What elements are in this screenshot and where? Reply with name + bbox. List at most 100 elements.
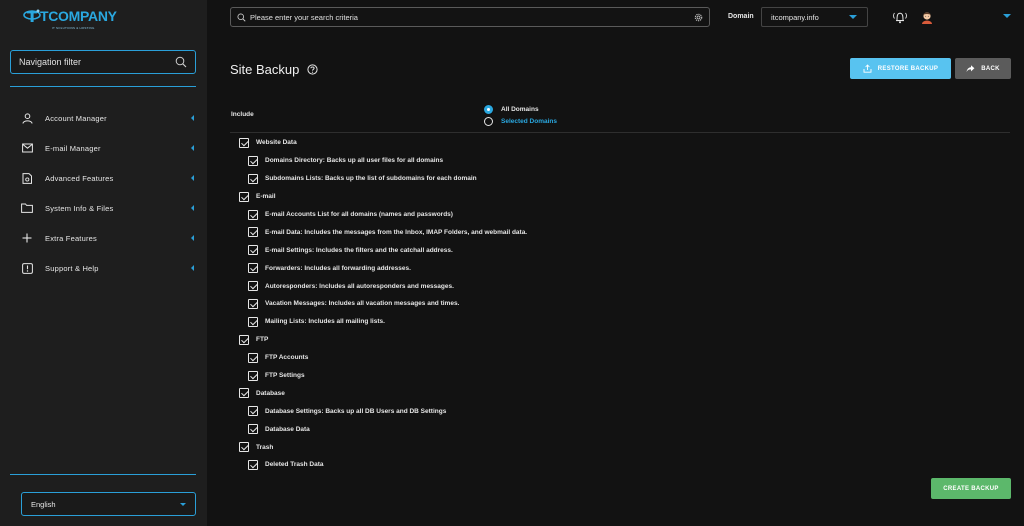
global-search-input[interactable] xyxy=(250,12,694,22)
section-database[interactable]: Database xyxy=(239,384,939,402)
radio-button[interactable] xyxy=(484,116,493,126)
checkbox[interactable] xyxy=(239,191,249,202)
option-ftp-accounts[interactable]: FTP Accounts xyxy=(239,349,939,367)
radio-all-domains-label: All Domains xyxy=(501,105,539,113)
restore-backup-button[interactable]: RESTORE BACKUP xyxy=(850,58,951,79)
page-title-text: Site Backup xyxy=(230,62,300,77)
notification-bell-icon[interactable] xyxy=(892,10,908,24)
info-icon xyxy=(21,262,33,274)
option-ftp-settings[interactable]: FTP Settings xyxy=(239,367,939,385)
option-database-settings[interactable]: Database Settings: Backs up all DB Users… xyxy=(239,402,939,420)
option-email-accounts[interactable]: E-mail Accounts List for all domains (na… xyxy=(239,206,939,224)
folder-icon xyxy=(21,202,33,214)
radio-all-domains[interactable]: All Domains xyxy=(484,104,539,114)
mail-icon xyxy=(21,142,33,154)
sidebar-nav: Account Manager E-mail Manager Advanced … xyxy=(0,103,207,283)
create-backup-button[interactable]: CREATE BACKUP xyxy=(931,478,1011,499)
help-icon[interactable] xyxy=(307,64,318,75)
checkbox[interactable] xyxy=(248,459,258,470)
include-separator xyxy=(230,132,1010,133)
section-email[interactable]: E-mail xyxy=(239,188,939,206)
avatar[interactable] xyxy=(919,9,935,25)
section-trash[interactable]: Trash xyxy=(239,438,939,456)
checkbox[interactable] xyxy=(248,155,258,166)
brand-name: TCOMPANY xyxy=(40,8,117,24)
chevron-left-icon xyxy=(191,205,194,211)
option-autoresponders[interactable]: Autoresponders: Includes all autorespond… xyxy=(239,277,939,295)
checkbox[interactable] xyxy=(248,263,258,274)
checkbox[interactable] xyxy=(248,352,258,363)
section-website-data[interactable]: Website Data xyxy=(239,134,939,152)
option-email-data[interactable]: E-mail Data: Includes the messages from … xyxy=(239,223,939,241)
radio-selected-domains[interactable]: Selected Domains xyxy=(484,116,557,126)
checkbox[interactable] xyxy=(248,406,258,417)
back-label: BACK xyxy=(981,65,1000,72)
checkbox[interactable] xyxy=(248,370,258,381)
sidebar-item-advanced-features[interactable]: Advanced Features xyxy=(0,163,207,193)
include-label: Include xyxy=(231,111,254,118)
share-arrow-icon xyxy=(966,65,975,72)
logo-mark-icon xyxy=(23,9,41,22)
gear-icon[interactable] xyxy=(694,13,703,22)
checkbox[interactable] xyxy=(248,245,258,256)
app: TCOMPANY IT SOLUTIONS & HOSTING Account … xyxy=(0,0,1024,526)
option-deleted-trash-data[interactable]: Deleted Trash Data xyxy=(239,456,939,474)
checkbox[interactable] xyxy=(248,316,258,327)
sidebar-item-support-help[interactable]: Support & Help xyxy=(0,253,207,283)
sidebar-item-email-manager[interactable]: E-mail Manager xyxy=(0,133,207,163)
language-value: English xyxy=(31,499,56,509)
plus-icon xyxy=(21,232,33,244)
sidebar-item-extra-features[interactable]: Extra Features xyxy=(0,223,207,253)
chevron-left-icon xyxy=(191,235,194,241)
domain-label: Domain xyxy=(728,13,754,20)
option-subdomains-lists[interactable]: Subdomains Lists: Backs up the list of s… xyxy=(239,170,939,188)
checkbox[interactable] xyxy=(239,137,249,148)
option-database-data[interactable]: Database Data xyxy=(239,420,939,438)
navigation-filter xyxy=(10,50,196,74)
checkbox[interactable] xyxy=(248,281,258,292)
restore-icon xyxy=(863,64,872,73)
option-domains-directory[interactable]: Domains Directory: Backs up all user fil… xyxy=(239,152,939,170)
create-backup-label: CREATE BACKUP xyxy=(943,485,999,492)
page-title: Site Backup xyxy=(230,62,318,77)
domain-select[interactable]: itcompany.info xyxy=(761,7,868,27)
option-forwarders[interactable]: Forwarders: Includes all forwarding addr… xyxy=(239,259,939,277)
sidebar-item-label: System Info & Files xyxy=(45,203,114,213)
global-search xyxy=(230,7,710,27)
logo[interactable]: TCOMPANY IT SOLUTIONS & HOSTING xyxy=(22,6,117,32)
sidebar-item-system-info-files[interactable]: System Info & Files xyxy=(0,193,207,223)
option-mailing-lists[interactable]: Mailing Lists: Includes all mailing list… xyxy=(239,313,939,331)
search-icon[interactable] xyxy=(175,56,187,68)
navigation-filter-input[interactable] xyxy=(19,57,175,67)
sidebar-item-label: Support & Help xyxy=(45,263,99,273)
chevron-down-icon xyxy=(180,502,186,506)
checkbox[interactable] xyxy=(248,173,258,184)
user-icon xyxy=(21,112,33,124)
sidebar-item-label: Account Manager xyxy=(45,113,107,123)
checkbox[interactable] xyxy=(248,209,258,220)
chevron-down-icon xyxy=(849,15,857,19)
checkbox[interactable] xyxy=(248,298,258,309)
section-ftp[interactable]: FTP xyxy=(239,331,939,349)
search-icon xyxy=(237,12,246,22)
checkbox[interactable] xyxy=(239,442,249,453)
sidebar-divider-top xyxy=(10,86,196,87)
radio-selected-domains-label: Selected Domains xyxy=(501,117,557,125)
sidebar: TCOMPANY IT SOLUTIONS & HOSTING Account … xyxy=(0,0,207,526)
back-button[interactable]: BACK xyxy=(955,58,1011,79)
radio-button-checked[interactable] xyxy=(484,104,493,114)
checkbox[interactable] xyxy=(248,227,258,238)
language-select[interactable]: English xyxy=(21,492,196,516)
chevron-down-icon[interactable] xyxy=(1003,14,1011,18)
checkbox[interactable] xyxy=(248,424,258,435)
option-email-settings[interactable]: E-mail Settings: Includes the filters an… xyxy=(239,241,939,259)
option-vacation-messages[interactable]: Vacation Messages: Includes all vacation… xyxy=(239,295,939,313)
sidebar-item-label: Advanced Features xyxy=(45,173,114,183)
checkbox[interactable] xyxy=(239,388,249,399)
chevron-left-icon xyxy=(191,145,194,151)
gear-file-icon xyxy=(21,172,33,184)
sidebar-item-account-manager[interactable]: Account Manager xyxy=(0,103,207,133)
checkbox[interactable] xyxy=(239,334,249,345)
backup-options: Website Data Domains Directory: Backs up… xyxy=(239,134,939,474)
sidebar-item-label: E-mail Manager xyxy=(45,143,101,153)
